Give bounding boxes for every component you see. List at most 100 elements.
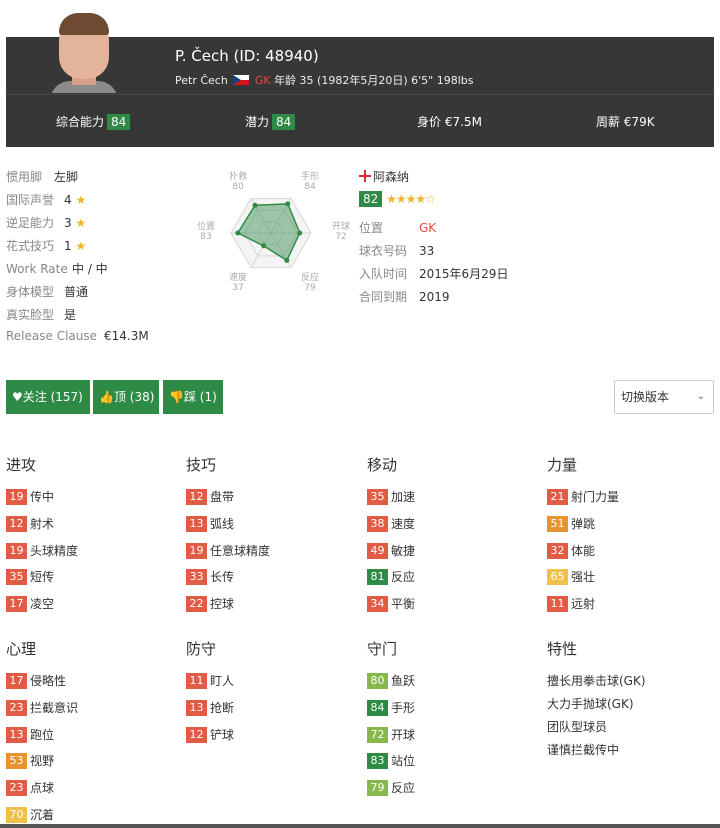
overall-stat: 综合能力 84 [56,113,131,130]
club-name[interactable]: 阿森纳 [373,170,409,184]
radar-value-speed: 37 [232,283,243,293]
attribute-name: 弧线 [210,517,235,531]
attribute-row: 19 头球精度 [6,542,78,560]
attribute-row: 65 强壮 [547,568,595,586]
attribute-name: 手形 [391,701,416,715]
club-info-label: 合同到期 [359,290,408,304]
attribute-name: 长传 [210,570,235,584]
attribute-row: 13 弧线 [186,515,234,533]
attribute-row: 81 反应 [367,568,415,586]
attribute-name: 沉着 [30,808,55,822]
page-bottom-border [0,824,720,828]
info-value: 普通 [64,285,89,299]
info-label: 逆足能力 [6,216,55,230]
attribute-row: 19 任意球精度 [186,542,270,560]
attribute-value-badge: 19 [6,489,27,505]
attribute-row: 35 加速 [367,488,415,506]
follow-label: 关注 (157) [22,390,83,404]
info-label: 身体模型 [6,285,55,299]
attribute-row: 53 视野 [6,752,54,770]
attribute-value-badge: 53 [6,753,27,769]
info-label: Work Rate [6,262,68,276]
attribute-name: 站位 [391,754,416,768]
attribute-row: 33 长传 [186,568,234,586]
club-info-label: 入队时间 [359,267,408,281]
attribute-name: 头球精度 [30,544,79,558]
radar-label-handling: 手形 [301,170,319,182]
info-label: Release Clause [6,329,98,343]
attribute-name: 反应 [391,781,416,795]
header-stats: 综合能力 84 潜力 84 身价 €7.5M 周薪 €79K [6,94,714,147]
info-value: 中 / 中 [72,262,108,276]
attribute-value-badge: 32 [547,543,568,559]
info-row: Work Rate 中 / 中 [6,260,108,277]
version-select[interactable]: 切换版本 ⌄ [614,380,714,414]
attribute-name: 敏捷 [391,544,416,558]
potential-badge: 84 [272,114,296,130]
attribute-value-badge: 11 [186,673,207,689]
attribute-row: 13 抢断 [186,699,234,717]
overall-label: 综合能力 [56,115,105,129]
radar-label-speed: 速度 [229,271,247,283]
info-row: 惯用脚 左脚 [6,168,78,185]
category-title: 进攻 [6,456,37,474]
radar-value-positioning: 83 [200,232,211,242]
attribute-value-badge: 51 [547,516,568,532]
attribute-value-badge: 23 [6,780,27,796]
radar-value-reflexes: 79 [304,283,316,293]
attribute-value-badge: 13 [6,727,27,743]
attribute-name: 射门力量 [571,490,620,504]
attribute-value-badge: 17 [6,596,27,612]
radar-value-kicking: 72 [335,232,346,242]
attribute-row: 35 短传 [6,568,54,586]
attribute-name: 控球 [210,597,235,611]
info-label: 国际声誉 [6,193,55,207]
traits-title: 特性 [547,640,578,658]
player-full-name[interactable]: Petr Čech [175,74,228,87]
wage-stat: 周薪 €79K [596,113,655,130]
wage-amount: €79K [623,115,655,129]
attribute-name: 速度 [391,517,416,531]
attribute-name: 加速 [391,490,416,504]
radar-value-handling: 84 [304,182,316,192]
attribute-name: 远射 [571,597,596,611]
player-avatar [46,7,122,93]
club-info-row: 位置 GK [359,219,436,236]
info-value: 1 [64,239,72,253]
trait-item: 大力手抛球(GK) [547,697,634,711]
club-info-label: 位置 [359,221,384,235]
attribute-row: 19 传中 [6,488,54,506]
info-value: 是 [64,308,77,322]
dislike-button[interactable]: 👎踩 (1) [163,380,223,414]
attribute-name: 强壮 [571,570,596,584]
attribute-name: 抢断 [210,701,235,715]
england-flag-icon [359,170,371,182]
attribute-value-badge: 34 [367,596,388,612]
info-label: 真实脸型 [6,308,55,322]
attribute-row: 49 敏捷 [367,542,415,560]
attribute-value-badge: 12 [186,489,207,505]
attribute-row: 12 射术 [6,515,54,533]
attribute-value-badge: 65 [547,569,568,585]
player-position: GK [254,74,271,87]
club-info-label: 球衣号码 [359,244,408,258]
radar-label-positioning: 位置 [197,220,215,232]
attribute-row: 80 鱼跃 [367,672,415,690]
info-value: 4 [64,193,72,207]
attribute-row: 32 体能 [547,542,595,560]
like-button[interactable]: 👍顶 (38) [93,380,159,414]
club-info-value: 33 [419,244,435,258]
attribute-name: 跑位 [30,728,55,742]
category-title: 守门 [367,640,398,658]
radar-label-kicking: 开球 [332,220,350,232]
club-info-value: 2019 [419,290,450,304]
category-title: 防守 [186,640,217,658]
attribute-name: 点球 [30,781,55,795]
club-info-row: 入队时间 2015年6月29日 [359,265,508,282]
attribute-row: 12 铲球 [186,726,234,744]
attribute-value-badge: 83 [367,753,388,769]
follow-button[interactable]: ♥关注 (157) [6,380,90,414]
attribute-value-badge: 12 [186,727,207,743]
attribute-value-badge: 13 [186,700,207,716]
attribute-row: 83 站位 [367,752,415,770]
